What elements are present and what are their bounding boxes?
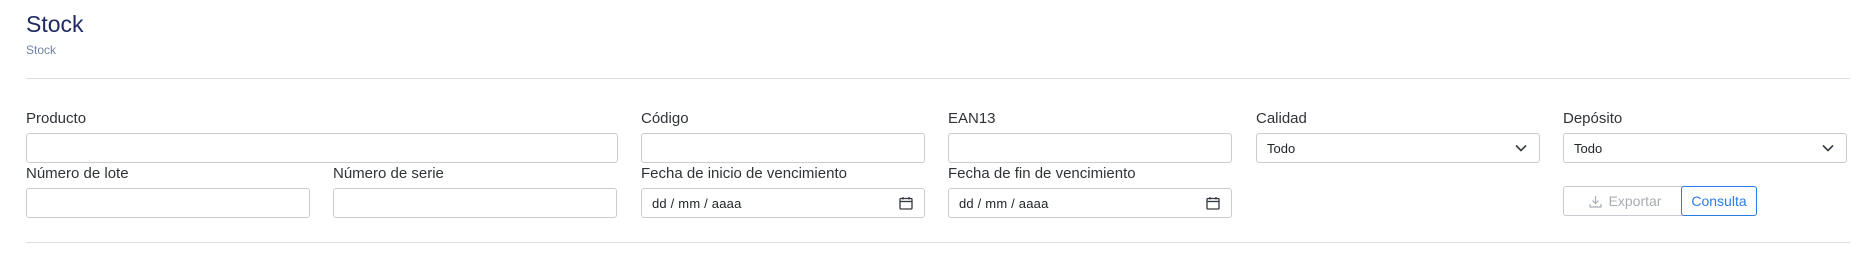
codigo-input[interactable]	[641, 133, 925, 163]
codigo-field: Código	[641, 110, 925, 163]
calendar-icon[interactable]	[1205, 195, 1221, 211]
breadcrumb[interactable]: Stock	[26, 43, 56, 57]
numero-lote-field: Número de lote	[26, 165, 310, 218]
ean13-label: EAN13	[948, 110, 996, 127]
codigo-label: Código	[641, 110, 689, 127]
ean13-input[interactable]	[948, 133, 1232, 163]
numero-serie-label: Número de serie	[333, 165, 444, 182]
deposito-selected-value: Todo	[1574, 140, 1603, 156]
numero-lote-input[interactable]	[26, 188, 310, 218]
download-icon	[1588, 193, 1605, 209]
calidad-selected-value: Todo	[1267, 140, 1296, 156]
divider-top	[26, 78, 1850, 79]
fecha-fin-placeholder: dd / mm / aaaa	[959, 195, 1049, 211]
fecha-fin-field: Fecha de fin de vencimiento dd / mm / aa…	[948, 165, 1232, 218]
calidad-label: Calidad	[1256, 110, 1307, 127]
numero-serie-input[interactable]	[333, 188, 617, 218]
fecha-fin-label: Fecha de fin de vencimiento	[948, 165, 1136, 182]
fecha-inicio-field: Fecha de inicio de vencimiento dd / mm /…	[641, 165, 925, 218]
ean13-field: EAN13	[948, 110, 1232, 163]
consulta-button[interactable]: Consulta	[1681, 186, 1757, 216]
producto-input[interactable]	[26, 133, 618, 163]
producto-field: Producto	[26, 110, 618, 163]
producto-label: Producto	[26, 110, 87, 127]
fecha-inicio-input[interactable]: dd / mm / aaaa	[641, 188, 925, 218]
chevron-down-icon	[1820, 140, 1836, 156]
fecha-fin-input[interactable]: dd / mm / aaaa	[948, 188, 1232, 218]
chevron-down-icon	[1513, 140, 1529, 156]
numero-lote-label: Número de lote	[26, 165, 129, 182]
export-label: Exportar	[1608, 193, 1662, 209]
calendar-icon[interactable]	[898, 195, 914, 211]
deposito-field: Depósito Todo	[1563, 110, 1847, 163]
deposito-label: Depósito	[1563, 110, 1623, 127]
page-title: Stock	[26, 11, 84, 37]
calidad-select[interactable]: Todo	[1256, 133, 1540, 163]
export-button[interactable]: Exportar	[1563, 186, 1687, 216]
deposito-select[interactable]: Todo	[1563, 133, 1847, 163]
fecha-inicio-label: Fecha de inicio de vencimiento	[641, 165, 847, 182]
fecha-inicio-placeholder: dd / mm / aaaa	[652, 195, 742, 211]
calidad-field: Calidad Todo	[1256, 110, 1540, 163]
divider-bottom	[26, 242, 1850, 243]
numero-serie-field: Número de serie	[333, 165, 617, 218]
